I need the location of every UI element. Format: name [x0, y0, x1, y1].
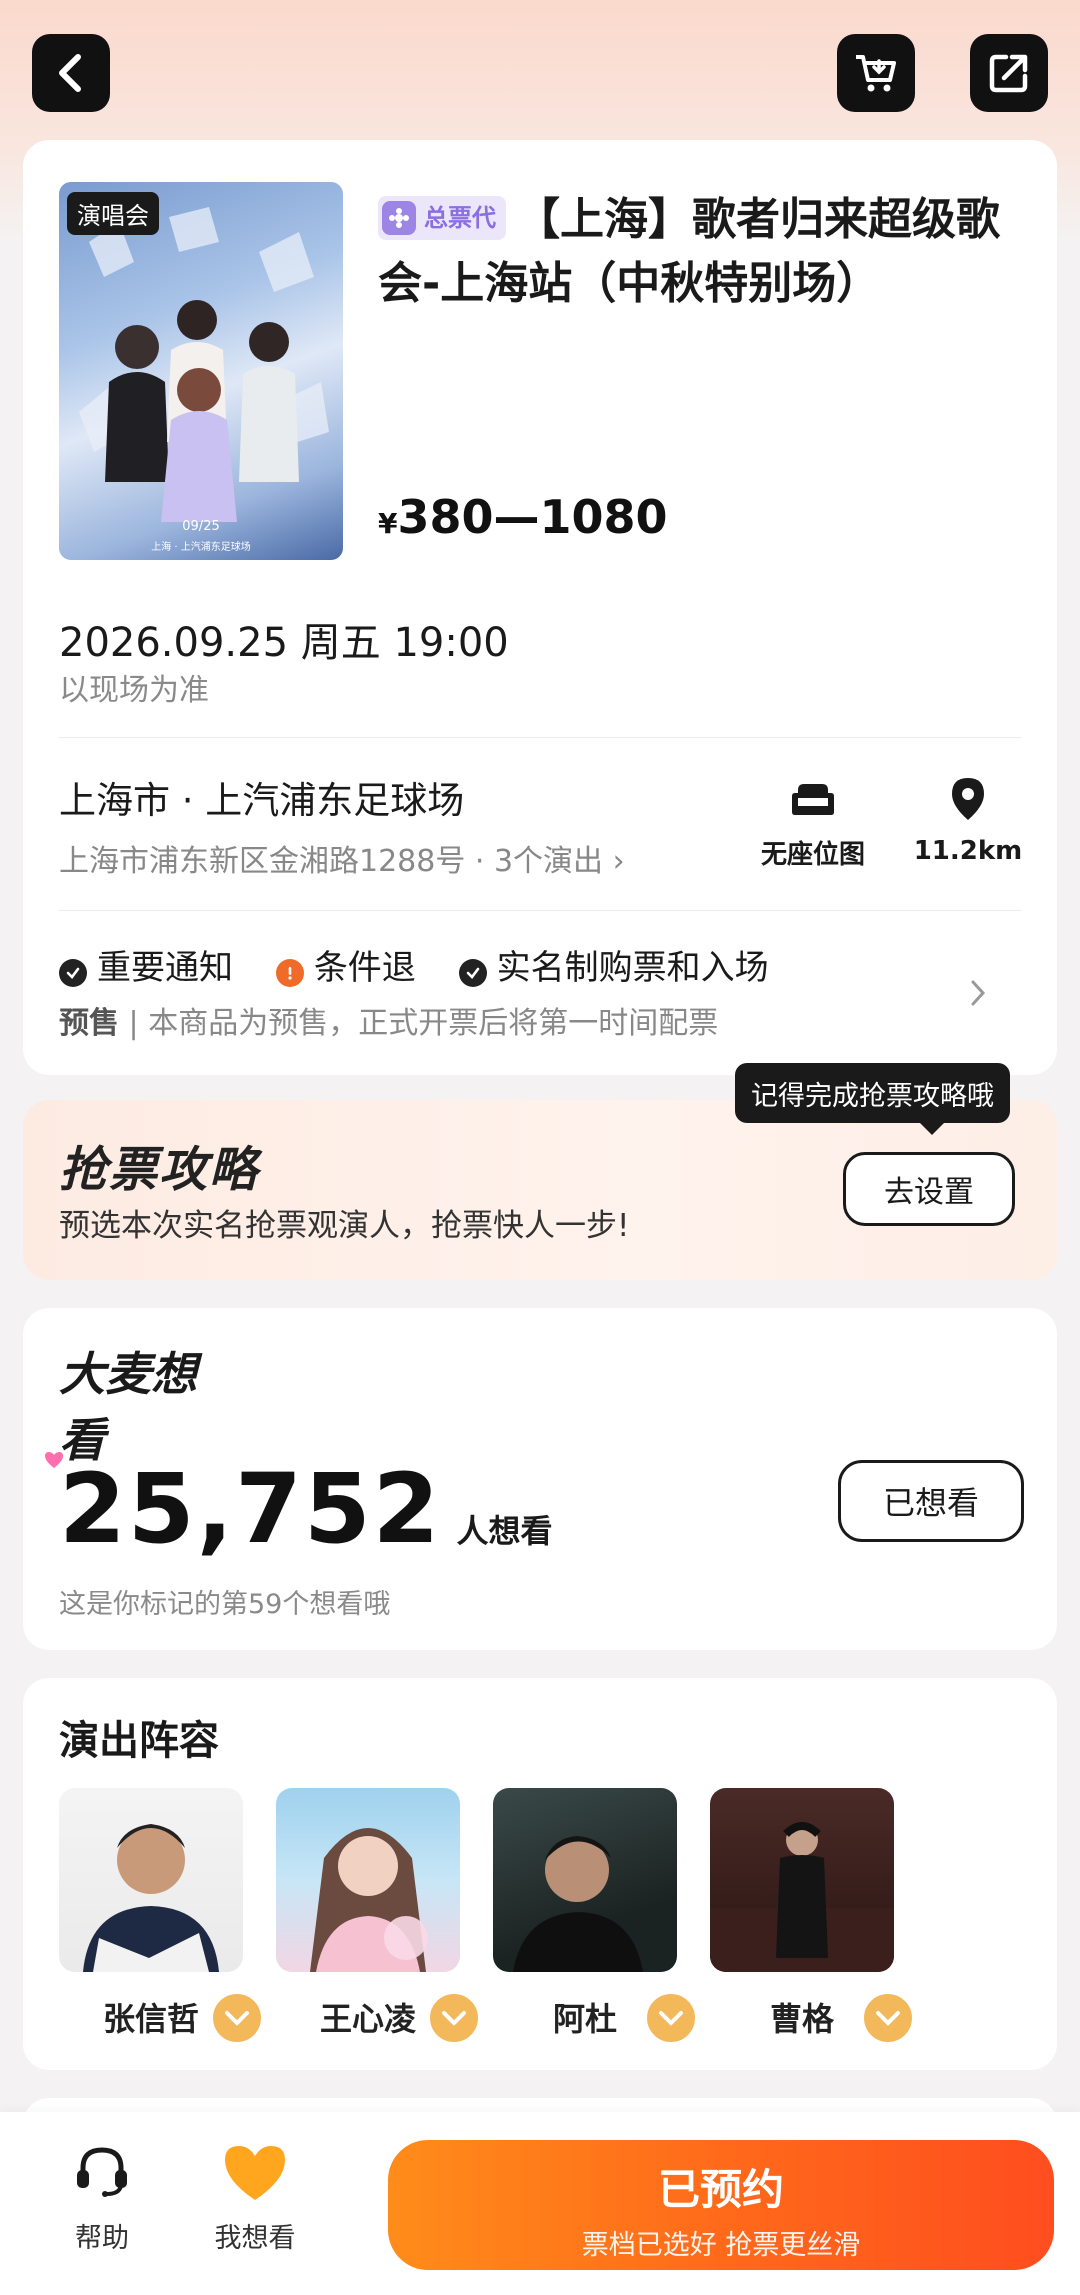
distance-button[interactable]: 11.2km	[903, 776, 1033, 866]
headset-icon	[77, 2147, 127, 2197]
presale-note: 预售 | 本商品为预售，正式开票后将第一时间配票	[59, 1006, 719, 1041]
member-photo	[276, 1788, 460, 1972]
divider	[59, 910, 1021, 911]
chevron-down-icon	[426, 1990, 482, 2046]
chevron-right-icon[interactable]	[968, 978, 988, 1008]
share-button[interactable]	[970, 34, 1048, 112]
notice-realname: 实名制购票和入场	[458, 948, 769, 988]
alert-icon	[275, 959, 304, 987]
back-button[interactable]	[32, 34, 110, 112]
reserve-cta-button[interactable]: 已预约 票档已选好 抢票更丝滑	[388, 2140, 1054, 2270]
poster-illustration: 09/25 上海 · 上汽浦东足球场	[79, 207, 329, 553]
event-poster[interactable]: 09/25 上海 · 上汽浦东足球场 演唱会	[59, 182, 343, 560]
venue-name: 上海市 · 上汽浦东足球场	[59, 779, 465, 822]
seat-icon	[792, 784, 834, 815]
strategy-desc: 预选本次实名抢票观演人，抢票快人一步!	[59, 1208, 630, 1244]
check-icon	[59, 959, 87, 987]
notice-refund: 条件退	[275, 948, 427, 988]
strategy-card: 抢票攻略 预选本次实名抢票观演人，抢票快人一步! 去设置	[23, 1100, 1057, 1280]
lineup-member[interactable]: 王心凌	[276, 1788, 482, 2046]
lineup-card: 演出阵容 张信哲 王心凌 阿杜 曹格	[23, 1678, 1057, 2070]
member-photo	[710, 1788, 894, 1972]
check-icon	[458, 959, 487, 987]
want-see-button[interactable]: 我想看	[200, 2142, 310, 2255]
chevron-down-icon	[209, 1990, 265, 2046]
lineup-member[interactable]: 曹格	[710, 1788, 916, 2046]
venue-address: 上海市浦东新区金湘路1288号 · 3个演出 ›	[59, 844, 625, 879]
event-title: 总票代 【上海】歌者归来超级歌会-上海站（中秋特别场）	[378, 188, 1018, 316]
strategy-title: 抢票攻略	[59, 1142, 260, 1198]
seatmap-button[interactable]: 无座位图	[743, 780, 883, 871]
datetime-note: 以现场为准	[59, 673, 209, 708]
lineup-title: 演出阵容	[59, 1718, 219, 1764]
location-pin-icon	[952, 778, 984, 820]
agent-logo-icon	[382, 201, 416, 235]
agent-badge: 总票代	[378, 196, 506, 240]
svg-text:上海 · 上汽浦东足球场: 上海 · 上汽浦东足球场	[151, 540, 251, 553]
divider	[59, 737, 1021, 738]
heart-icon	[225, 2146, 285, 2200]
event-info-card: 09/25 上海 · 上汽浦东足球场 演唱会 总票代 【上海】歌者归来超级歌会-…	[23, 140, 1057, 1075]
price-range: ¥380—1080	[378, 490, 668, 544]
cart-button[interactable]	[837, 34, 915, 112]
member-photo	[493, 1788, 677, 1972]
want-card: 大麦想看 25,752 人想看 已想看 这是你标记的第59个想看哦	[23, 1308, 1057, 1650]
want-count: 25,752	[59, 1453, 442, 1565]
member-photo	[59, 1788, 243, 1972]
svg-text:09/25: 09/25	[182, 519, 219, 534]
notice-row[interactable]: 重要通知 条件退 实名制购票和入场	[59, 940, 979, 989]
lineup-member[interactable]: 阿杜	[493, 1788, 699, 2046]
event-datetime: 2026.09.25 周五 19:00	[59, 620, 509, 666]
poster-tag: 演唱会	[67, 192, 159, 235]
chevron-left-icon	[59, 54, 81, 92]
tooltip-arrow	[918, 1121, 946, 1135]
share-icon	[989, 54, 1028, 93]
notice-important: 重要通知	[59, 948, 244, 988]
want-note: 这是你标记的第59个想看哦	[59, 1589, 391, 1620]
want-unit: 人想看	[456, 1512, 553, 1550]
chevron-down-icon	[643, 1990, 699, 2046]
help-button[interactable]: 帮助	[52, 2142, 152, 2255]
strategy-tooltip: 记得完成抢票攻略哦	[735, 1063, 1010, 1123]
bottom-bar: 帮助 我想看 已预约 票档已选好 抢票更丝滑	[0, 2112, 1080, 2295]
want-title: 大麦想看	[45, 1338, 203, 1470]
want-count-row: 25,752 人想看	[59, 1453, 553, 1565]
chevron-down-icon	[860, 1990, 916, 2046]
wanted-button[interactable]: 已想看	[838, 1460, 1024, 1542]
strategy-setup-button[interactable]: 去设置	[843, 1152, 1015, 1226]
lineup-member[interactable]: 张信哲	[59, 1788, 265, 2046]
venue-block[interactable]: 上海市 · 上汽浦东足球场 上海市浦东新区金湘路1288号 · 3个演出 ›	[59, 770, 739, 880]
cart-icon	[856, 55, 896, 92]
